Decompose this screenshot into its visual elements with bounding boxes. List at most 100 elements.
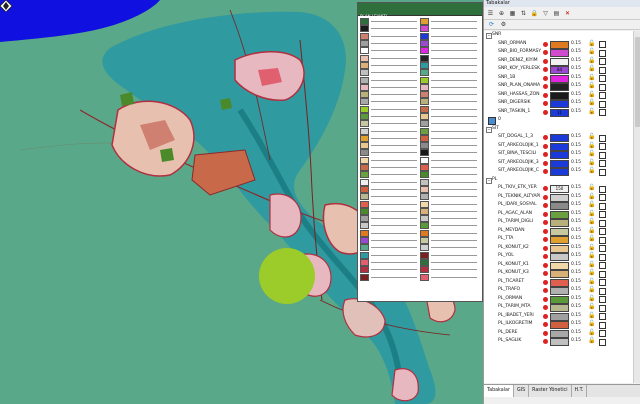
visibility-icon[interactable] [543, 203, 548, 208]
layer-row[interactable]: PL_IBADET_YERI 0.15 🔓 [484, 312, 633, 321]
layer-tree-scrollbar[interactable] [633, 31, 640, 383]
layer-row[interactable]: SNR_TASKIN_1 11 0.15 🔓 [484, 108, 633, 117]
lock-toggle-icon[interactable]: 🔓 [588, 261, 595, 268]
line-weight[interactable]: 0.15 [571, 210, 581, 219]
layer-checkbox[interactable] [599, 287, 606, 295]
visibility-icon[interactable] [543, 143, 548, 149]
layer-row[interactable]: SIT_ARKEOLOJIK_3 0.15 🔓 [484, 159, 633, 168]
layer-checkbox[interactable] [599, 134, 606, 142]
tab-gis[interactable]: GIS [514, 385, 530, 397]
layer-checkbox[interactable] [599, 58, 606, 65]
layer-checkbox[interactable] [599, 143, 606, 150]
visibility-icon[interactable] [543, 296, 548, 302]
sort-icon[interactable]: ⇅ [519, 9, 528, 18]
layer-list-icon[interactable]: ☰ [486, 9, 495, 18]
layer-row[interactable]: PL_TARIM_MTA 0.15 🔓 [484, 303, 633, 312]
visibility-icon[interactable] [543, 67, 548, 72]
lock-toggle-icon[interactable]: 🔓 [588, 202, 595, 208]
line-weight[interactable]: 0.15 [571, 108, 581, 117]
layer-checkbox[interactable] [599, 253, 606, 261]
layer-checkbox[interactable] [599, 236, 606, 244]
lock-toggle-icon[interactable]: 🔓 [588, 91, 595, 98]
line-weight[interactable]: 0.15 [571, 295, 581, 304]
lock-toggle-icon[interactable]: 🔓 [588, 287, 595, 293]
visibility-icon[interactable] [543, 92, 548, 98]
layer-add-icon[interactable]: ⊕ [497, 9, 506, 18]
layer-row[interactable]: PL_YOL 0.15 🔓 [484, 252, 633, 261]
lock-icon[interactable]: 🔒 [530, 9, 539, 18]
visibility-icon[interactable] [543, 211, 548, 217]
layer-group-row[interactable]: − SNR [484, 31, 633, 40]
line-weight[interactable]: 0.15 [571, 278, 581, 287]
line-weight[interactable]: 0.15 [571, 142, 581, 151]
layer-checkbox[interactable] [599, 66, 606, 74]
layer-row[interactable]: PL_TRAFO 0.15 🔓 [484, 286, 633, 295]
line-weight[interactable]: 0.15 [571, 320, 581, 329]
line-weight[interactable]: 0.15 [571, 48, 581, 57]
visibility-icon[interactable] [543, 75, 548, 81]
line-weight[interactable]: 0.15 [571, 252, 581, 261]
filter-icon[interactable]: ▽ [541, 9, 550, 18]
line-weight[interactable]: 0.15 [571, 99, 581, 108]
layer-row[interactable]: SNR_BIO_FORMASY 0.15 🔓 [484, 48, 633, 57]
layer-checkbox[interactable] [599, 270, 606, 278]
layer-row[interactable]: SNR_KOY_YERLESK 84 0.15 🔓 [484, 65, 633, 74]
layer-checkbox[interactable] [599, 279, 606, 286]
lock-toggle-icon[interactable]: 🔓 [588, 40, 595, 47]
layer-row[interactable]: PL_TTA 0.15 🔓 [484, 235, 633, 244]
layer-checkbox[interactable] [599, 100, 606, 108]
lock-toggle-icon[interactable]: 🔓 [588, 270, 595, 276]
line-weight[interactable]: 0.15 [571, 40, 581, 49]
layer-checkbox[interactable] [599, 304, 606, 312]
visibility-icon[interactable] [543, 313, 548, 319]
lock-toggle-icon[interactable]: 🔓 [588, 108, 595, 115]
layer-row[interactable]: PL_TARIM_DIGLI 0.15 🔓 [484, 218, 633, 227]
line-weight[interactable]: 0.15 [571, 303, 581, 312]
line-weight[interactable]: 0.15 [571, 65, 581, 74]
layer-row[interactable]: SIT_ARKEOLOJIK_C 0.15 🔓 [484, 167, 633, 176]
lock-toggle-icon[interactable]: 🔓 [588, 338, 595, 344]
visibility-icon[interactable] [543, 322, 548, 327]
layer-checkbox[interactable] [599, 160, 606, 167]
lock-toggle-icon[interactable]: 🔓 [588, 312, 595, 319]
visibility-icon[interactable] [543, 135, 548, 140]
line-weight[interactable]: 0.15 [571, 269, 581, 278]
layer-row[interactable]: PL_TICARET 0.15 🔓 [484, 278, 633, 287]
layer-row[interactable]: SNR_1B 0.15 🔓 [484, 74, 633, 83]
layer-checkbox[interactable] [599, 185, 606, 193]
layer-checkbox[interactable] [599, 41, 606, 48]
visibility-icon[interactable] [543, 169, 548, 174]
visibility-icon[interactable] [543, 262, 548, 268]
layer-group-icon[interactable]: ▦ [508, 9, 517, 18]
line-weight[interactable]: 0.15 [571, 193, 581, 202]
layer-group-row[interactable]: − SIT [484, 125, 633, 134]
line-weight[interactable]: 0.15 [571, 167, 581, 176]
lock-toggle-icon[interactable]: 🔓 [588, 57, 595, 64]
lock-toggle-icon[interactable]: 🔓 [588, 159, 595, 166]
layer-row[interactable]: PL_KONUT_K2 0.15 🔓 [484, 244, 633, 253]
tab-tabakalar[interactable]: Tabakalar [484, 385, 514, 397]
settings-icon[interactable]: ⚙ [499, 20, 508, 29]
visibility-icon[interactable] [543, 305, 548, 310]
layer-row[interactable]: PL_ILKOGRETIM 0.15 🔓 [484, 320, 633, 329]
layer-row[interactable]: PL_SAGLIK 0.15 🔓 [484, 337, 633, 346]
layer-checkbox[interactable] [599, 296, 606, 303]
line-weight[interactable]: 0.15 [571, 337, 581, 346]
layer-checkbox[interactable] [599, 321, 606, 329]
layer-color-swatch[interactable] [550, 338, 569, 346]
lock-toggle-icon[interactable]: 🔓 [588, 321, 595, 327]
layer-checkbox[interactable] [599, 194, 606, 201]
layer-row[interactable]: PL_KONUT_K3 0.15 🔓 [484, 269, 633, 278]
line-weight[interactable]: 0.15 [571, 150, 581, 159]
lock-toggle-icon[interactable]: 🔓 [588, 185, 595, 191]
layer-checkbox[interactable] [599, 228, 606, 235]
layer-checkbox[interactable] [599, 75, 606, 82]
layer-row[interactable]: PL_TKIV_ETK_YER 150 0.15 🔓 [484, 184, 633, 193]
lock-toggle-icon[interactable]: 🔓 [588, 329, 595, 336]
line-weight[interactable]: 0.15 [571, 74, 581, 83]
lock-toggle-icon[interactable]: 🔓 [588, 134, 595, 140]
lock-toggle-icon[interactable]: 🔓 [588, 236, 595, 242]
tab-raster-y-netici[interactable]: Raster Yönetici [529, 385, 572, 397]
layer-checkbox[interactable] [599, 262, 606, 269]
lock-toggle-icon[interactable]: 🔓 [588, 83, 595, 89]
